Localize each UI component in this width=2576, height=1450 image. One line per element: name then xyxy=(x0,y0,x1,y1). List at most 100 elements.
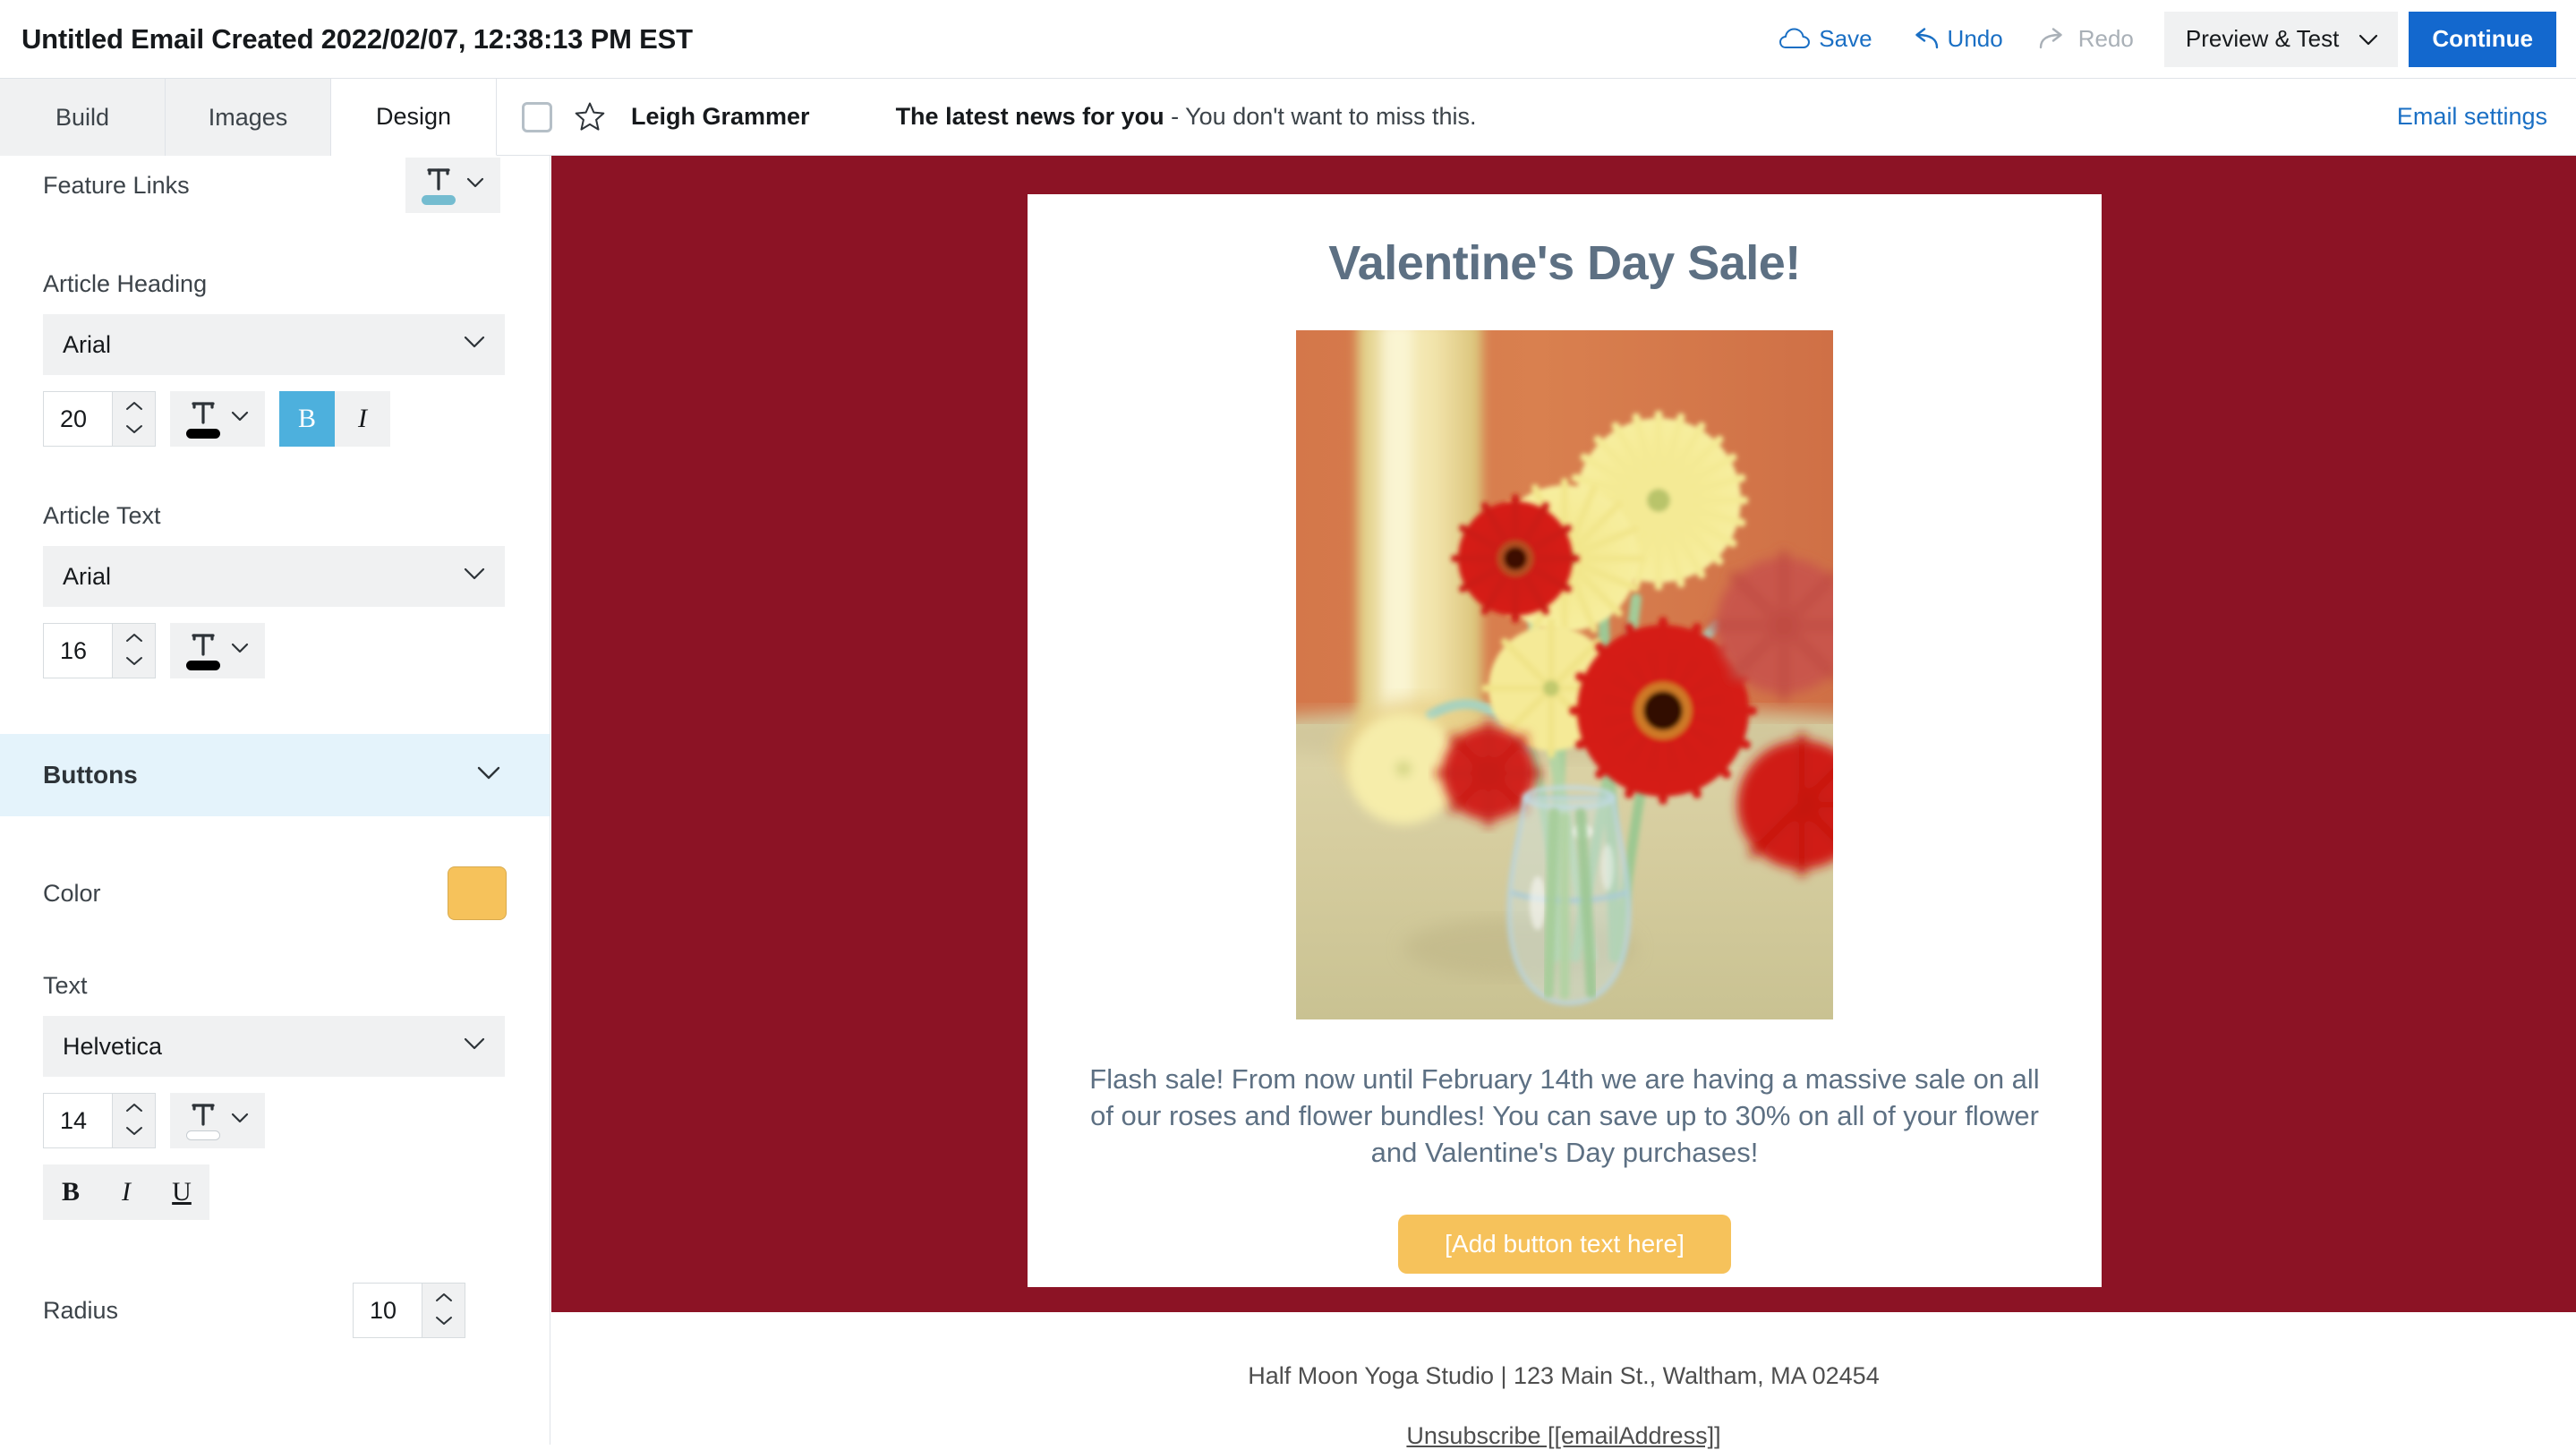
email-sender-name: Leigh Grammer xyxy=(631,103,810,130)
chevron-down-icon xyxy=(231,411,249,427)
button-color-swatch[interactable] xyxy=(448,866,507,920)
text-color-icon xyxy=(186,399,220,439)
undo-arrow-icon xyxy=(1908,27,1939,51)
button-radius-value[interactable]: 10 xyxy=(354,1284,422,1337)
email-hero-image[interactable] xyxy=(1296,330,1833,1019)
article-heading-color-swatch xyxy=(186,429,220,439)
button-text-italic-toggle[interactable]: I xyxy=(98,1164,154,1220)
feature-links-label: Feature Links xyxy=(43,171,190,199)
chevron-up-icon[interactable] xyxy=(125,1101,143,1117)
email-cta-button[interactable]: [Add button text here] xyxy=(1398,1214,1731,1274)
article-heading-font-select[interactable]: Arial xyxy=(43,314,505,375)
article-heading-size-value[interactable]: 20 xyxy=(44,392,112,446)
feature-links-color-picker[interactable] xyxy=(405,158,500,213)
button-radius-label: Radius xyxy=(43,1296,119,1324)
article-text-font-select[interactable]: Arial xyxy=(43,546,505,607)
redo-button[interactable]: Redo xyxy=(2021,25,2152,53)
email-heading[interactable]: Valentine's Day Sale! xyxy=(1028,235,2102,291)
article-text-size-value[interactable]: 16 xyxy=(44,624,112,678)
chevron-up-icon[interactable] xyxy=(435,1291,453,1307)
redo-label: Redo xyxy=(2077,25,2134,52)
button-text-bold-toggle[interactable]: B xyxy=(43,1164,98,1220)
article-text-color-swatch xyxy=(186,661,220,670)
article-text-color-picker[interactable] xyxy=(170,623,265,678)
button-text-underline-toggle[interactable]: U xyxy=(154,1164,209,1220)
save-label: Save xyxy=(1819,25,1872,52)
top-toolbar-actions: Save Undo Redo Preview & Test Continue xyxy=(1761,0,2576,79)
button-color-row: Color xyxy=(0,866,550,920)
flowers-in-vase-illustration xyxy=(1296,330,1833,1019)
button-text-size-stepper[interactable]: 14 xyxy=(43,1093,156,1148)
cloud-save-icon xyxy=(1779,28,1811,51)
email-cta-wrapper: [Add button text here] xyxy=(1028,1214,2102,1274)
button-text-group: Text Helvetica 14 B I U xyxy=(0,972,550,1220)
buttons-section-header[interactable]: Buttons xyxy=(0,734,550,816)
chevron-down-icon xyxy=(2358,25,2378,53)
chevron-down-icon[interactable] xyxy=(125,654,143,670)
button-radius-spinner[interactable] xyxy=(422,1284,465,1337)
feature-links-color-swatch xyxy=(422,195,456,205)
chevron-up-icon[interactable] xyxy=(125,399,143,415)
page-title: Untitled Email Created 2022/02/07, 12:38… xyxy=(21,22,693,55)
tab-build[interactable]: Build xyxy=(0,79,166,156)
feature-links-row: Feature Links xyxy=(0,156,550,215)
article-text-size-spinner[interactable] xyxy=(112,624,155,678)
editor-tabs-and-mail-header: Build Images Design Leigh Grammer The la… xyxy=(0,79,2576,156)
button-text-font-value: Helvetica xyxy=(63,1032,163,1060)
article-heading-size-spinner[interactable] xyxy=(112,392,155,446)
article-heading-label: Article Heading xyxy=(43,270,208,297)
save-button[interactable]: Save xyxy=(1761,25,1889,53)
article-heading-controls: 20 B I xyxy=(43,391,507,447)
chevron-down-icon[interactable] xyxy=(435,1314,453,1330)
button-text-label: Text xyxy=(43,972,88,999)
article-text-font-value: Arial xyxy=(63,562,112,590)
email-select-checkbox[interactable] xyxy=(522,101,552,132)
chevron-down-icon xyxy=(231,643,249,659)
email-preheader-text: - You don't want to miss this. xyxy=(1164,103,1477,130)
button-radius-stepper[interactable]: 10 xyxy=(353,1283,465,1338)
redo-arrow-icon xyxy=(2039,27,2069,51)
chevron-up-icon[interactable] xyxy=(125,631,143,647)
email-footer: Half Moon Yoga Studio | 123 Main St., Wa… xyxy=(551,1312,2576,1449)
undo-label: Undo xyxy=(1947,25,2003,52)
chevron-down-icon[interactable] xyxy=(125,422,143,439)
chevron-down-icon xyxy=(464,1037,485,1055)
tab-images[interactable]: Images xyxy=(166,79,331,156)
article-text-controls: 16 xyxy=(43,623,507,678)
continue-button[interactable]: Continue xyxy=(2409,11,2556,67)
article-heading-bold-toggle[interactable]: B xyxy=(279,391,335,447)
article-heading-style-toggles: B I xyxy=(279,391,390,447)
button-text-color-swatch xyxy=(186,1130,220,1140)
button-text-size-value[interactable]: 14 xyxy=(44,1094,112,1147)
email-settings-link[interactable]: Email settings xyxy=(2397,103,2547,131)
email-canvas: Valentine's Day Sale! Flash sale! From n… xyxy=(551,156,2576,1312)
chevron-down-icon xyxy=(466,177,484,193)
unsubscribe-link[interactable]: Unsubscribe [[emailAddress]] xyxy=(551,1422,2576,1450)
article-text-size-stepper[interactable]: 16 xyxy=(43,623,156,678)
tab-design[interactable]: Design xyxy=(331,79,497,156)
preview-and-test-label: Preview & Test xyxy=(2185,25,2340,52)
article-heading-italic-toggle[interactable]: I xyxy=(335,391,390,447)
editor-tabs: Build Images Design xyxy=(0,79,497,156)
button-text-size-spinner[interactable] xyxy=(112,1094,155,1147)
article-heading-size-stepper[interactable]: 20 xyxy=(43,391,156,447)
text-color-icon xyxy=(186,631,220,670)
article-text-label: Article Text xyxy=(43,502,161,529)
article-heading-font-value: Arial xyxy=(63,330,112,358)
chevron-down-icon xyxy=(464,567,485,585)
chevron-down-icon[interactable] xyxy=(125,1124,143,1140)
article-text-group: Article Text Arial 16 xyxy=(0,502,550,678)
star-icon[interactable] xyxy=(574,101,606,132)
button-color-label: Color xyxy=(43,879,101,907)
article-heading-color-picker[interactable] xyxy=(170,391,265,447)
button-text-font-select[interactable]: Helvetica xyxy=(43,1016,505,1077)
design-settings-sidebar: Feature Links Article Heading Arial 20 B… xyxy=(0,156,550,1445)
button-text-color-picker[interactable] xyxy=(170,1093,265,1148)
preview-and-test-dropdown[interactable]: Preview & Test xyxy=(2163,11,2399,67)
email-subject-bold: The latest news for you xyxy=(895,103,1164,130)
email-body-text[interactable]: Flash sale! From now until February 14th… xyxy=(1083,1061,2046,1172)
top-toolbar: Untitled Email Created 2022/02/07, 12:38… xyxy=(0,0,2576,79)
chevron-down-icon xyxy=(464,336,485,354)
text-color-icon xyxy=(186,1101,220,1140)
undo-button[interactable]: Undo xyxy=(1890,25,2021,53)
